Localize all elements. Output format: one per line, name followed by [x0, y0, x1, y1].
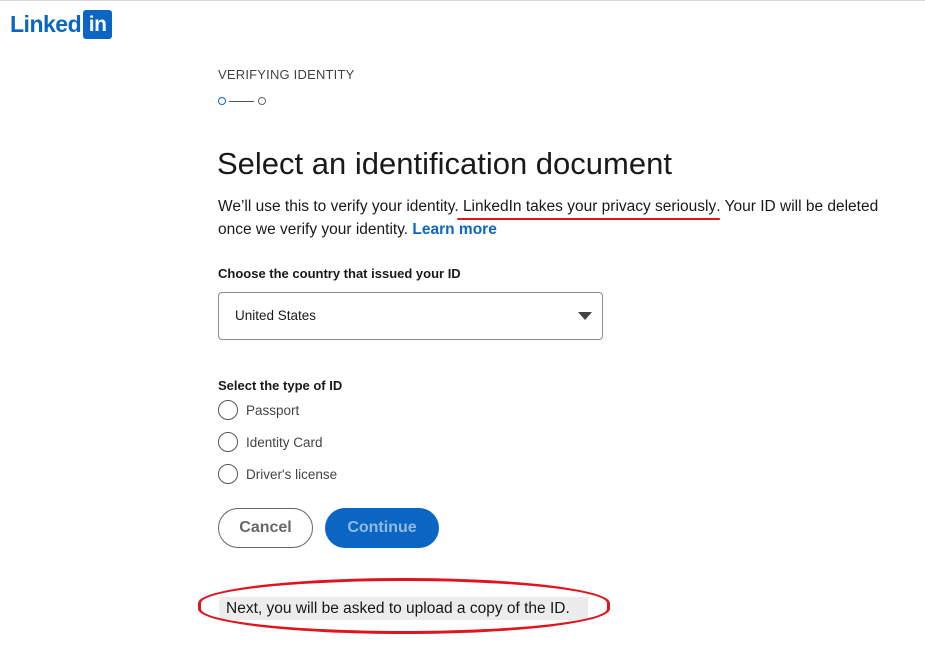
progress-step-2-dot [258, 97, 266, 105]
radio-label: Identity Card [246, 434, 323, 450]
logo-in-box: in [83, 10, 113, 39]
progress-step-1-dot [218, 97, 226, 105]
cancel-button[interactable]: Cancel [218, 508, 313, 548]
country-label: Choose the country that issued your ID [218, 266, 461, 281]
page-title: Select an identification document [217, 146, 672, 181]
radio-label: Passport [246, 402, 300, 418]
radio-option-passport[interactable]: Passport [218, 399, 299, 421]
logo-wordmark: Linked [10, 11, 82, 37]
progress-indicator [218, 97, 268, 107]
caret-down-icon [578, 312, 592, 320]
continue-button[interactable]: Continue [325, 508, 439, 548]
radio-option-identity-card[interactable]: Identity Card [218, 431, 323, 453]
step-eyebrow: VERIFYING IDENTITY [218, 67, 355, 82]
page-description: We’ll use this to verify your identity. … [218, 195, 908, 241]
progress-connector [229, 100, 254, 102]
radio-button[interactable] [218, 464, 238, 484]
id-type-label: Select the type of ID [218, 378, 343, 393]
country-select[interactable]: United States [218, 292, 603, 340]
radio-label: Driver's license [246, 466, 338, 482]
top-divider [0, 0, 925, 1]
learn-more-link[interactable]: Learn more [412, 221, 496, 238]
verification-page: Linked in VERIFYING IDENTITY Select an i… [0, 0, 925, 648]
privacy-statement: LinkedIn takes your privacy seriously [462, 198, 717, 215]
description-text: We’ll use this to verify your identity. [218, 198, 463, 215]
country-select-value: United States [235, 308, 317, 323]
radio-button[interactable] [218, 400, 238, 420]
linkedin-logo[interactable]: Linked in [10, 10, 113, 39]
radio-option-drivers-license[interactable]: Driver's license [218, 463, 337, 485]
annotation-ellipse [198, 578, 610, 634]
radio-button[interactable] [218, 432, 238, 452]
